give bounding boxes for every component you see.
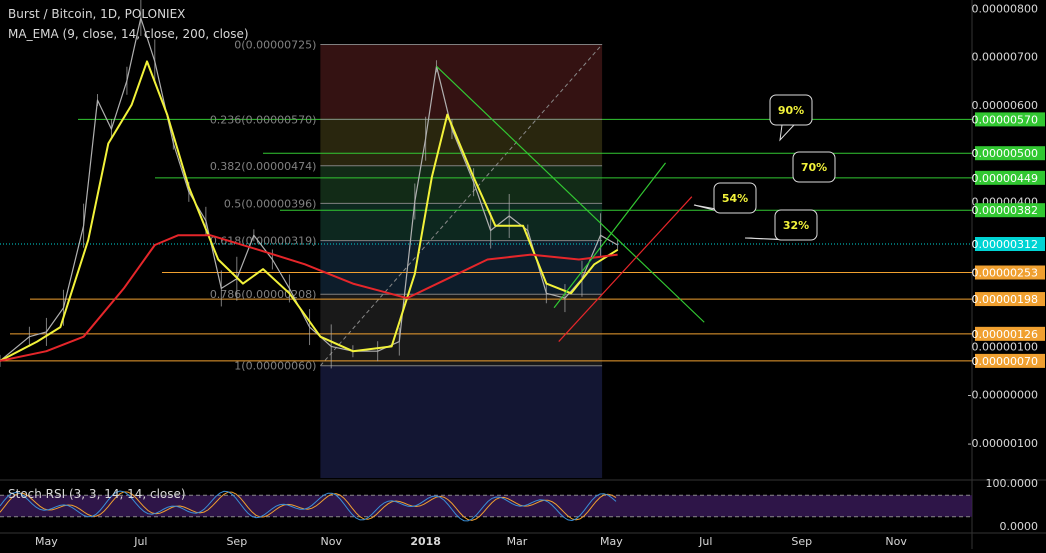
- price-axis-tick: 0.00000600: [972, 99, 1038, 112]
- time-axis-tick: Nov: [885, 535, 907, 548]
- level-price-label: 0.00000570: [972, 113, 1038, 126]
- price-axis-tick: 0.00000800: [972, 2, 1038, 15]
- level-price-label: 0.00000500: [972, 147, 1038, 160]
- time-axis-tick: Jul: [698, 535, 712, 548]
- time-axis-tick: May: [600, 535, 623, 548]
- fib-band: [320, 44, 603, 120]
- callout-label: 54%: [722, 192, 748, 205]
- price-axis-tick: -0.00000000: [968, 389, 1038, 402]
- level-price-label: 0.00000449: [972, 172, 1038, 185]
- rsi-axis-tick: 100.0000: [986, 477, 1039, 490]
- level-price-label: 0.00000253: [972, 267, 1038, 280]
- callout-label: 90%: [778, 104, 804, 117]
- fib-level-label: 0.5(0.00000396): [224, 197, 317, 210]
- time-axis-tick: Nov: [320, 535, 342, 548]
- time-axis-tick: May: [35, 535, 58, 548]
- callout-pointer: [779, 124, 795, 142]
- callout-label: 32%: [783, 219, 809, 232]
- rsi-axis-tick: 0.0000: [1000, 520, 1039, 533]
- last-price-label: 0.00000312: [972, 238, 1038, 251]
- fib-level-label: 0.786(0.00000208): [210, 288, 317, 301]
- time-axis-tick: Sep: [791, 535, 812, 548]
- fib-level-label: 1(0.00000060): [234, 360, 316, 373]
- chart-svg: 0(0.00000725)0.236(0.00000570)0.382(0.00…: [0, 0, 1046, 549]
- chart-title: Burst / Bitcoin, 1D, POLONIEX: [8, 7, 186, 21]
- fib-level-label: 0.236(0.00000570): [210, 113, 317, 126]
- level-price-label: 0.00000198: [972, 293, 1038, 306]
- level-price-label: 0.00000070: [972, 355, 1038, 368]
- fib-band: [320, 203, 603, 241]
- time-axis-tick: Mar: [507, 535, 528, 548]
- stoch-rsi-label: Stoch RSI (3, 3, 14, 14, close): [8, 487, 186, 501]
- chart: 0(0.00000725) 0.236(0.00000570) 0.382(0.00…: [0, 0, 1046, 549]
- price-axis-tick: 0.00000700: [972, 51, 1038, 64]
- level-price-label: 0.00000382: [972, 204, 1038, 217]
- fib-band: [320, 365, 603, 478]
- time-axis-tick: Jul: [133, 535, 147, 548]
- level-price-label: 0.00000126: [972, 328, 1038, 341]
- fib-band: [320, 119, 603, 166]
- indicator-legend: MA_EMA (9, close, 14, close, 200, close): [8, 27, 249, 41]
- fib-level-label: 0.382(0.00000474): [210, 160, 317, 173]
- callout-label: 70%: [801, 161, 827, 174]
- time-axis-tick: 2018: [410, 535, 441, 548]
- fib-band: [320, 294, 603, 366]
- time-axis-tick: Sep: [226, 535, 247, 548]
- price-axis-tick: -0.00000100: [968, 437, 1038, 450]
- fib-level-label: 0.618(0.00000319): [210, 235, 317, 248]
- price-axis-tick: 0.00000100: [972, 340, 1038, 353]
